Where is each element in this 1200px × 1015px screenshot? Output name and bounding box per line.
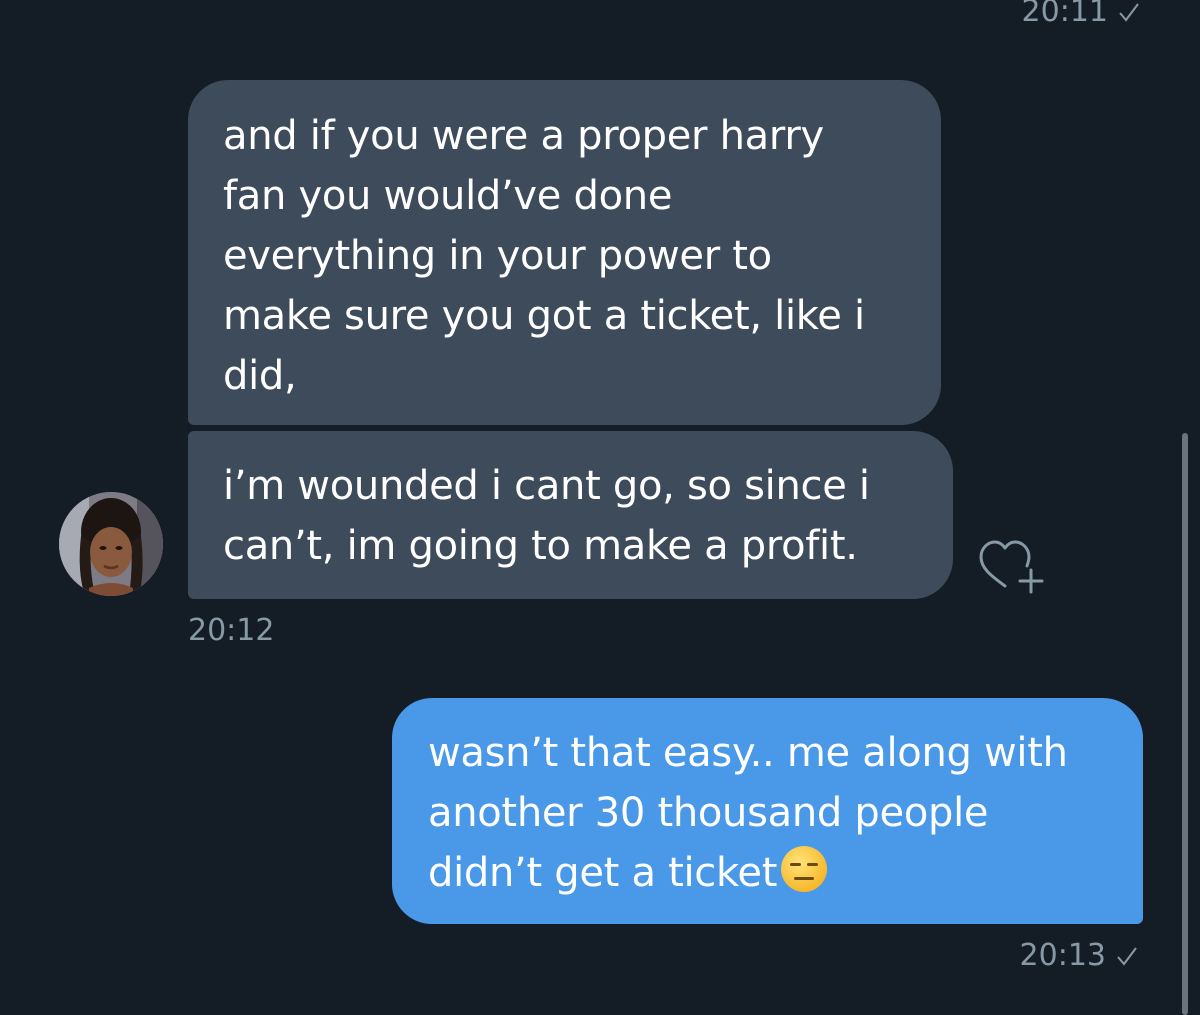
- sent-timestamp-text: 20:13: [1019, 938, 1106, 973]
- received-timestamp: 20:12: [188, 613, 275, 648]
- add-reaction-button[interactable]: [975, 536, 1045, 598]
- sender-avatar[interactable]: [59, 492, 163, 596]
- message-line: and if you were a proper harry: [223, 113, 824, 159]
- message-line: fan you would’ve done: [223, 173, 673, 219]
- sent-timestamp: 20:13: [1020, 938, 1138, 974]
- received-message-bubble[interactable]: i’m wounded i cant go, so since i can’t,…: [188, 431, 953, 599]
- scrollbar[interactable]: [1182, 433, 1188, 1015]
- message-line: everything in your power to: [223, 233, 772, 279]
- avatar-photo: [59, 492, 163, 596]
- message-line: another 30 thousand people: [428, 790, 989, 836]
- top-timestamp: 20:11: [1022, 0, 1140, 30]
- heart-plus-icon: [979, 540, 1044, 594]
- message-line: wasn’t that easy.. me along with: [428, 730, 1068, 776]
- top-timestamp-text: 20:11: [1021, 0, 1108, 29]
- message-line: can’t, im going to make a profit.: [223, 523, 858, 569]
- check-icon: [1119, 3, 1139, 22]
- sent-message-bubble[interactable]: wasn’t that easy.. me along with another…: [392, 698, 1143, 924]
- message-line: make sure you got a ticket, like i: [223, 293, 865, 339]
- check-icon: [1117, 947, 1137, 966]
- message-line-text: didn’t get a ticket: [428, 850, 778, 896]
- message-line: i’m wounded i cant go, so since i: [223, 463, 870, 509]
- received-message-bubble[interactable]: and if you were a proper harry fan you w…: [188, 80, 941, 425]
- expressionless-face-emoji: [781, 846, 828, 892]
- message-line: did,: [223, 353, 297, 399]
- message-line: didn’t get a ticket: [428, 843, 1123, 903]
